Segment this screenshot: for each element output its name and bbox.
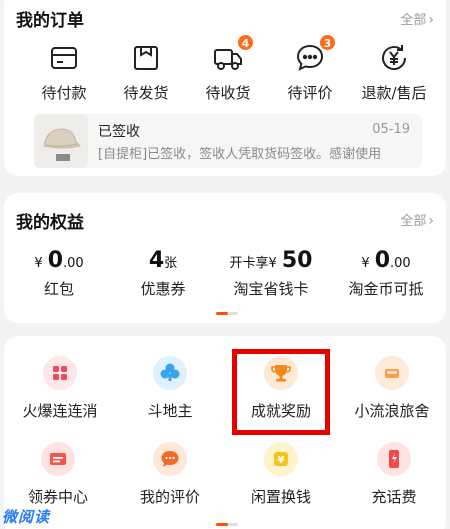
service-label: 小流浪旅舍 [354,402,430,420]
product-thumbnail [34,114,88,168]
benefit-coupons[interactable]: 4张 优惠券 [108,248,218,299]
logistics-date: 05-19 [372,122,410,137]
chevron-right-icon: › [428,213,434,229]
card-game-icon [153,356,187,390]
service-label: 领券中心 [27,488,88,506]
benefit-label: 优惠券 [140,280,186,298]
order-status-label: 退款/售后 [361,84,427,102]
service-coupon-center[interactable]: 领券中心 [2,442,114,507]
wallet-icon [48,42,80,74]
benefit-suffix: 张 [164,256,178,271]
order-status-label: 待付款 [41,84,87,102]
logistics-detail: [自提柜]已签收，签收人凭取货码签收。感谢使用 [98,147,382,162]
svg-text:¥: ¥ [278,455,285,466]
orders-title: 我的订单 [16,11,84,31]
benefit-savings-card[interactable]: 开卡享¥ 50 淘宝省钱卡 [216,248,326,299]
order-status-refund-aftersales[interactable]: 退款/售后 [354,42,434,103]
order-status-pending-receipt[interactable]: 4 待收货 [188,34,268,103]
refund-yen-icon [378,42,410,74]
benefit-prefix: ¥ [361,256,370,271]
service-card-game[interactable]: 斗地主 [114,356,226,421]
watermark-logo: 微阅读 [2,508,51,526]
orders-card: 我的订单 全部 › 待付款 待发货 4 待收货 3 待评价 退款/售后 已签收 … [4,0,446,176]
benefit-label: 红包 [43,280,74,298]
service-label: 我的评价 [139,488,200,506]
benefits-view-all-label: 全部 [400,214,427,229]
hostel-icon [375,356,409,390]
benefit-prefix: ¥ [34,256,43,271]
benefits-card: 我的权益 全部 › ¥ 0.00 红包 4张 优惠券 开卡享¥ 50 淘宝省钱卡 … [4,193,446,323]
logistics-update-card[interactable]: 已签收 05-19 [自提柜]已签收，签收人凭取货码签收。感谢使用 [34,114,422,168]
service-phone-recharge[interactable]: 充话费 [338,442,450,507]
order-status-label: 待收货 [205,84,251,102]
service-label: 充话费 [371,488,417,506]
benefit-value: 50 [281,248,313,273]
benefit-suffix: .00 [63,256,84,271]
idle-exchange-icon: ¥ [264,442,298,476]
benefit-label: 淘宝省钱卡 [233,280,309,298]
benefit-gold-coins[interactable]: ¥ 0.00 淘金币可抵 [331,248,441,299]
benefit-value: 0 [47,248,63,273]
services-page-indicator [216,523,238,526]
order-status-pending-payment[interactable]: 待付款 [24,42,104,103]
phone-recharge-icon [377,442,411,476]
match-game-icon [43,356,77,390]
benefit-value: 4 [148,248,165,273]
order-status-pending-shipment[interactable]: 待发货 [106,42,186,103]
package-box-icon [130,42,162,74]
benefits-view-all[interactable]: 全部 › [400,210,434,229]
benefit-suffix: .00 [390,256,411,271]
service-stray-hostel[interactable]: 小流浪旅舍 [336,356,448,421]
highlight-box [232,349,330,435]
benefit-prefix: 开卡享¥ [229,256,277,271]
orders-view-all-label: 全部 [400,13,427,28]
order-status-label: 待发货 [123,84,169,102]
service-match-game[interactable]: 火爆连连消 [4,356,116,421]
benefit-label: 淘金币可抵 [348,280,424,298]
benefit-red-packet[interactable]: ¥ 0.00 红包 [4,248,114,299]
unread-count-badge: 3 [319,34,336,51]
service-idle-exchange[interactable]: ¥ 闲置换钱 [225,442,337,507]
review-bubble-icon [153,442,187,476]
delivery-truck-icon: 4 [212,34,254,74]
benefits-title: 我的权益 [16,213,84,233]
services-card: 火爆连连消 斗地主 成就奖励 小流浪旅舍 领券中心 我的评价 ¥ 闲置换钱 充话… [4,336,446,529]
coupon-icon [41,442,75,476]
benefit-value: 0 [374,248,390,273]
chevron-right-icon: › [428,12,434,28]
order-status-label: 待评价 [287,84,333,102]
comment-bubble-icon: 3 [294,34,336,74]
orders-view-all[interactable]: 全部 › [400,9,434,28]
service-label: 火爆连连消 [22,402,98,420]
service-label: 斗地主 [147,402,193,420]
unread-count-badge: 4 [237,34,254,51]
service-my-reviews[interactable]: 我的评价 [114,442,226,507]
service-label: 闲置换钱 [250,488,311,506]
order-status-row: 待付款 待发货 4 待收货 3 待评价 退款/售后 [4,34,446,102]
benefits-page-indicator [216,312,238,315]
order-status-pending-review[interactable]: 3 待评价 [270,34,350,103]
logistics-status: 已签收 [98,124,140,140]
